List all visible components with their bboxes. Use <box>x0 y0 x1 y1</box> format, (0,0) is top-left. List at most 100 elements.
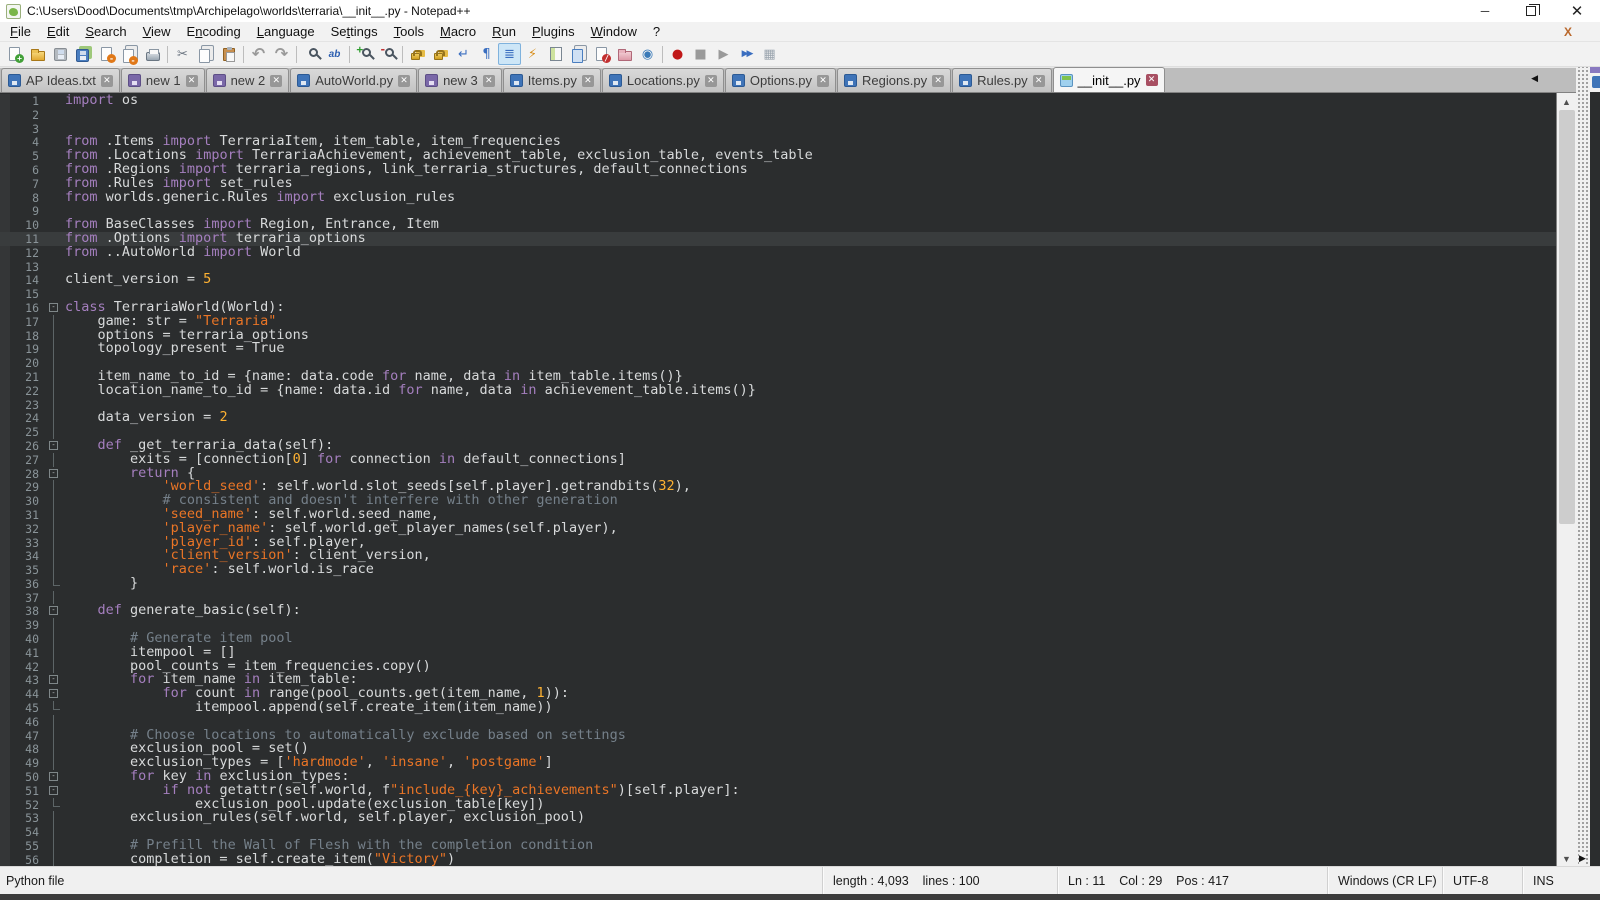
macro-record-icon[interactable]: ● <box>666 43 689 65</box>
bookmark-margin[interactable] <box>0 356 10 370</box>
find-icon[interactable] <box>300 43 323 65</box>
bookmark-margin[interactable] <box>0 798 10 812</box>
code-line-2[interactable]: 2 <box>0 108 1556 122</box>
status-insert-mode[interactable]: INS <box>1522 867 1600 894</box>
code-line-24[interactable]: 24 data_version = 2 <box>0 411 1556 425</box>
menu-encoding[interactable]: Encoding <box>179 22 249 42</box>
bookmark-margin[interactable] <box>0 618 10 632</box>
document-map-icon[interactable] <box>544 43 567 65</box>
tab-close-icon[interactable]: ✕ <box>582 75 594 87</box>
code-line-19[interactable]: 19 topology_present = True <box>0 342 1556 356</box>
scrollbar-thumb[interactable] <box>1559 110 1575 524</box>
menu-language[interactable]: Language <box>249 22 323 42</box>
macro-play-icon[interactable]: ▶ <box>712 43 735 65</box>
bookmark-margin[interactable] <box>0 508 10 522</box>
bookmark-margin[interactable] <box>0 260 10 274</box>
bookmark-margin[interactable] <box>0 163 10 177</box>
bookmark-margin[interactable] <box>0 632 10 646</box>
code-line-36[interactable]: 36 } <box>0 577 1556 591</box>
menu-help[interactable]: ? <box>645 22 668 42</box>
tab-close-icon[interactable]: ✕ <box>186 75 198 87</box>
bookmark-margin[interactable] <box>0 342 10 356</box>
code-line-53[interactable]: 53 exclusion_rules(self.world, self.play… <box>0 811 1556 825</box>
bookmark-margin[interactable] <box>0 122 10 136</box>
bookmark-margin[interactable] <box>0 536 10 550</box>
macro-save-icon[interactable]: ▦ <box>758 43 781 65</box>
monitoring-eye-icon[interactable]: ◉ <box>636 43 659 65</box>
splitter-arrow-icon[interactable]: ▶ <box>1579 853 1586 864</box>
redo-icon[interactable]: ↷ <box>270 43 293 65</box>
tab-regions-py[interactable]: Regions.py✕ <box>837 68 951 92</box>
tab-rules-py[interactable]: Rules.py✕ <box>952 68 1052 92</box>
save-all-icon[interactable] <box>72 43 95 65</box>
tab-close-icon[interactable]: ✕ <box>705 75 717 87</box>
tab-close-icon[interactable]: ✕ <box>932 75 944 87</box>
bookmark-margin[interactable] <box>0 370 10 384</box>
new-file-icon[interactable]: + <box>3 43 26 65</box>
close-document-x[interactable]: X <box>1564 22 1572 42</box>
bookmark-margin[interactable] <box>0 660 10 674</box>
dock-splitter[interactable]: ▶ <box>1576 67 1590 866</box>
menu-search[interactable]: Search <box>77 22 134 42</box>
edit-script-icon[interactable]: / <box>590 43 613 65</box>
tab-close-icon[interactable]: ✕ <box>101 75 113 87</box>
fold-collapse-icon[interactable]: - <box>46 604 62 618</box>
bookmark-margin[interactable] <box>0 218 10 232</box>
show-indent-guide-icon[interactable]: ≣ <box>498 43 521 65</box>
bookmark-margin[interactable] <box>0 770 10 784</box>
tab-close-icon[interactable]: ✕ <box>817 75 829 87</box>
status-encoding[interactable]: UTF-8 <box>1442 867 1522 894</box>
bookmark-margin[interactable] <box>0 853 10 866</box>
code-line-27[interactable]: 27 exits = [connection[0] for connection… <box>0 453 1556 467</box>
menu-settings[interactable]: Settings <box>323 22 386 42</box>
bookmark-margin[interactable] <box>0 149 10 163</box>
tab--init-py[interactable]: __init__.py✕ <box>1053 67 1165 92</box>
bookmark-margin[interactable] <box>0 135 10 149</box>
bookmark-margin[interactable] <box>0 453 10 467</box>
tab-new-1[interactable]: new 1✕ <box>121 68 205 92</box>
paste-icon[interactable] <box>217 43 240 65</box>
code-line-56[interactable]: 56 completion = self.create_item("Victor… <box>0 853 1556 866</box>
tab-close-icon[interactable]: ✕ <box>270 75 282 87</box>
undo-icon[interactable]: ↶ <box>247 43 270 65</box>
bookmark-margin[interactable] <box>0 191 10 205</box>
close-file-icon[interactable]: - <box>95 43 118 65</box>
bookmark-margin[interactable] <box>0 604 10 618</box>
bookmark-margin[interactable] <box>0 701 10 715</box>
bookmark-margin[interactable] <box>0 439 10 453</box>
fold-collapse-icon[interactable]: - <box>46 439 62 453</box>
restore-button[interactable] <box>1508 0 1554 22</box>
save-icon[interactable] <box>49 43 72 65</box>
code-editor[interactable]: 1import os2 3 4from .Items import Terrar… <box>0 92 1600 866</box>
code-line-45[interactable]: 45 itempool.append(self.create_item(item… <box>0 701 1556 715</box>
bookmark-margin[interactable] <box>0 177 10 191</box>
fold-collapse-icon[interactable]: - <box>46 673 62 687</box>
bookmark-margin[interactable] <box>0 687 10 701</box>
bookmark-margin[interactable] <box>0 811 10 825</box>
bookmark-margin[interactable] <box>0 577 10 591</box>
bookmark-margin[interactable] <box>0 825 10 839</box>
bookmark-margin[interactable] <box>0 108 10 122</box>
tab-new-2[interactable]: new 2✕ <box>206 68 290 92</box>
code-line-35[interactable]: 35 'race': self.world.is_race <box>0 563 1556 577</box>
menu-macro[interactable]: Macro <box>432 22 484 42</box>
bookmark-margin[interactable] <box>0 480 10 494</box>
bookmark-margin[interactable] <box>0 315 10 329</box>
code-line-12[interactable]: 12from ..AutoWorld import World <box>0 246 1556 260</box>
tab-new-3[interactable]: new 3✕ <box>418 68 502 92</box>
document-list-icon[interactable] <box>567 43 590 65</box>
close-all-icon[interactable]: - <box>118 43 141 65</box>
bookmark-margin[interactable] <box>0 411 10 425</box>
bookmark-margin[interactable] <box>0 591 10 605</box>
bookmark-margin[interactable] <box>0 425 10 439</box>
replace-icon[interactable]: ab <box>323 43 346 65</box>
status-eol-format[interactable]: Windows (CR LF) <box>1327 867 1442 894</box>
bookmark-margin[interactable] <box>0 287 10 301</box>
open-file-icon[interactable] <box>26 43 49 65</box>
folder-as-workspace-icon[interactable] <box>613 43 636 65</box>
scroll-up-icon[interactable]: ▲ <box>1557 93 1576 110</box>
bookmark-margin[interactable] <box>0 467 10 481</box>
minimize-button[interactable]: ─ <box>1462 0 1508 22</box>
cut-icon[interactable]: ✂ <box>171 43 194 65</box>
bookmark-margin[interactable] <box>0 232 10 246</box>
